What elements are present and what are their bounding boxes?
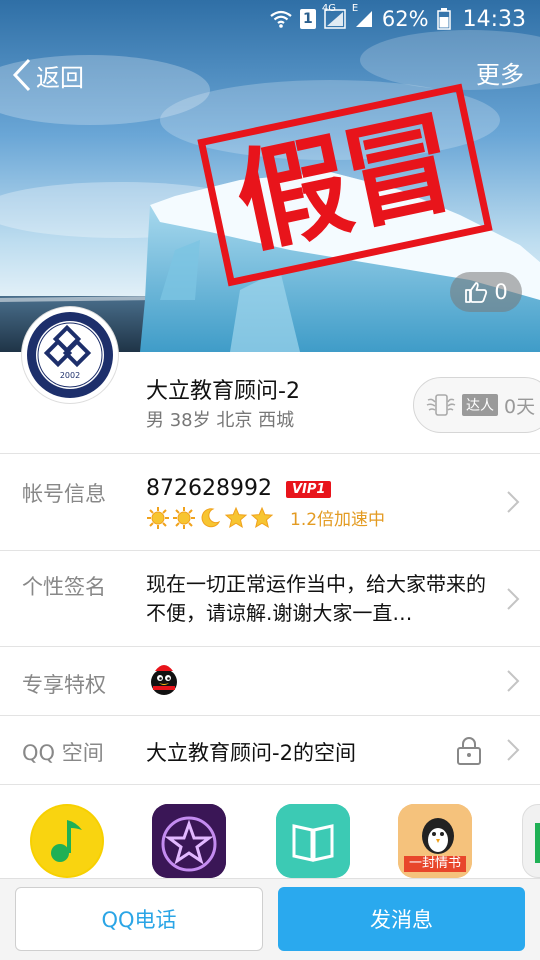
qq-number: 872628992 <box>146 476 272 501</box>
expert-days: 0天 <box>504 395 536 418</box>
sun-icon <box>147 506 169 529</box>
network-type-label: 4G <box>321 3 337 14</box>
signal-e-icon: E <box>352 3 374 29</box>
sim-indicator: 1 <box>299 9 316 29</box>
qzone-value: 大立教育顾问-2的空间 <box>146 741 356 765</box>
speed-status: 1.2倍加速中 <box>290 510 386 530</box>
chevron-right-icon <box>507 588 520 610</box>
more-button[interactable]: 更多 <box>476 50 524 100</box>
lock-icon <box>457 737 481 765</box>
back-button[interactable]: 返回 <box>12 50 84 100</box>
privilege-row[interactable]: 专享特权 <box>0 647 540 715</box>
battery-percent: 62% <box>381 7 429 31</box>
reader-app-icon[interactable] <box>276 804 350 878</box>
bottom-action-bar: QQ电话 发消息 <box>0 878 540 960</box>
moon-icon <box>201 507 221 527</box>
partial-app-icon[interactable] <box>522 804 540 878</box>
app-strip: 一封情书 <box>0 784 540 880</box>
signal-4g-icon: 4G <box>322 3 346 29</box>
status-bar: 1 4G E 62% 14:33 <box>0 0 540 38</box>
account-info-label: 帐号信息 <box>22 482 106 506</box>
profile-cover: 1 4G E 62% 14:33 返回 更多 假冒 0 <box>0 0 540 352</box>
love-letter-app-icon[interactable]: 一封情书 <box>398 804 472 878</box>
chevron-right-icon <box>507 739 520 761</box>
star-icon <box>224 506 248 528</box>
like-count: 0 <box>494 280 508 304</box>
love-letter-label: 一封情书 <box>408 856 461 871</box>
thumbs-up-icon <box>465 282 488 303</box>
chevron-right-icon <box>507 670 520 692</box>
signature-text: 现在一切正常运作当中，给大家带来的不便，请谅解.谢谢大家一直… <box>146 572 486 625</box>
signature-label: 个性签名 <box>22 575 106 599</box>
sun-icon <box>173 506 195 529</box>
qq-penguin-icon <box>151 665 177 695</box>
qq-call-button[interactable]: QQ电话 <box>15 887 263 951</box>
winged-phone-icon <box>426 394 456 416</box>
like-button[interactable]: 0 <box>450 272 522 312</box>
send-message-button[interactable]: 发消息 <box>278 887 525 951</box>
qq-level-icons: 1.2倍加速中 <box>146 505 385 530</box>
profile-meta: 男 38岁 北京 西城 <box>146 410 295 431</box>
account-info-row[interactable]: 帐号信息 872628992 VIP1 <box>0 454 540 550</box>
qq-music-icon[interactable] <box>30 804 104 878</box>
vip-badge: VIP1 <box>285 480 332 498</box>
battery-icon <box>436 8 451 30</box>
wifi-icon <box>270 10 292 28</box>
star-app-icon[interactable] <box>152 804 226 878</box>
qzone-label: QQ 空间 <box>22 741 104 765</box>
star-icon <box>250 506 274 528</box>
privilege-label: 专享特权 <box>22 673 106 697</box>
avatar[interactable]: 2002 <box>22 307 118 403</box>
expert-badge[interactable]: 达人 0天 <box>413 377 540 433</box>
expert-tag: 达人 <box>462 394 498 416</box>
chevron-right-icon <box>507 491 520 513</box>
qq-number-line: 872628992 VIP1 <box>146 476 332 501</box>
avatar-year-text: 2002 <box>60 371 80 380</box>
clock: 14:33 <box>462 6 526 32</box>
network2-type-label: E <box>351 3 359 14</box>
back-label: 返回 <box>36 63 84 92</box>
profile-name: 大立教育顾问-2 <box>146 379 300 404</box>
chevron-left-icon <box>12 58 31 92</box>
qzone-row[interactable]: QQ 空间 大立教育顾问-2的空间 <box>0 716 540 784</box>
dali-education-logo: 2002 <box>27 312 113 398</box>
